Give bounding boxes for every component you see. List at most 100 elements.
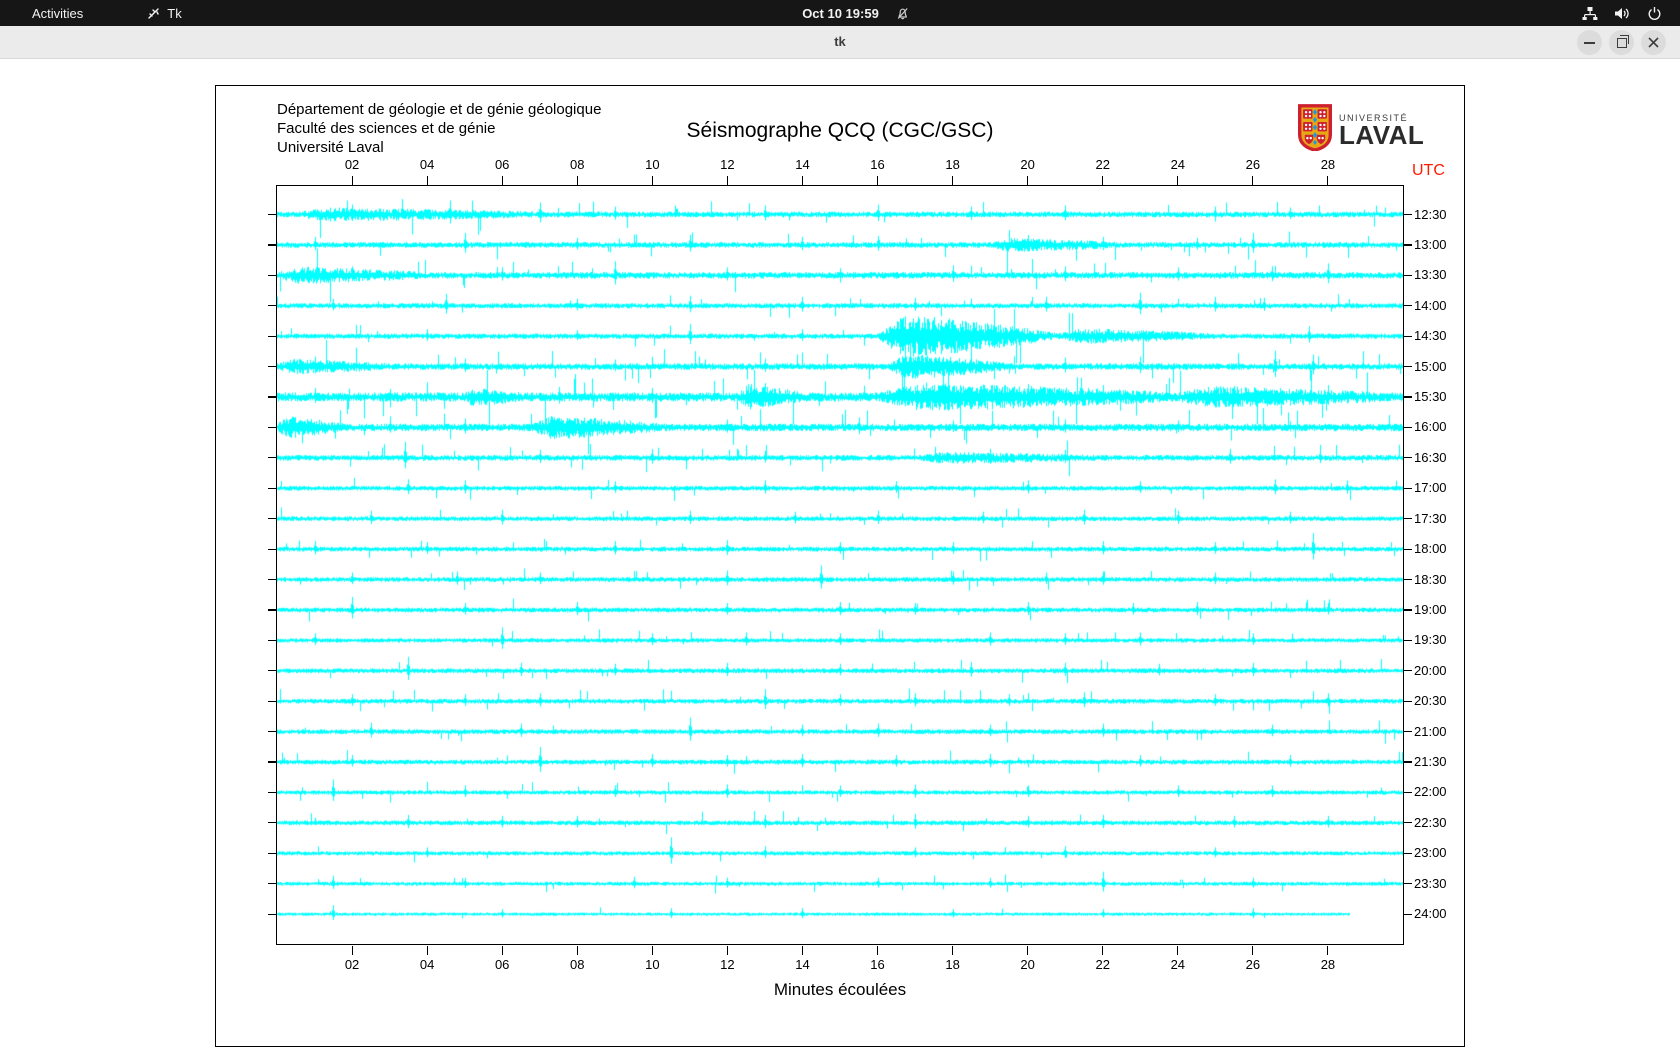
x-tick-label-top: 08 (570, 157, 585, 172)
row-time-label: 14:30 (1414, 328, 1447, 344)
x-tick-label-top: 06 (494, 157, 510, 172)
top-bar: Activities Tk Oct 10 19:59 (0, 0, 1680, 26)
row-tick-right (1404, 761, 1412, 763)
row-tick-left (268, 426, 276, 429)
x-tick-label-bottom: 18 (945, 957, 960, 972)
tk-feather-icon (147, 6, 161, 20)
x-tick-top (426, 176, 428, 185)
row-tick-left (268, 244, 276, 246)
row-tick-left (268, 700, 276, 702)
x-tick-top (1252, 176, 1254, 185)
utc-axis-label: UTC (1412, 162, 1445, 179)
seismogram-traces-canvas (277, 186, 1403, 944)
notifications-muted-icon (895, 6, 910, 21)
x-tick-label-bottom: 24 (1170, 957, 1186, 972)
x-tick-top (351, 176, 353, 185)
maximize-icon (1616, 34, 1629, 48)
row-tick-left (268, 487, 276, 489)
x-tick-label-bottom: 02 (344, 957, 360, 972)
row-time-label: 18:00 (1414, 541, 1447, 557)
row-tick-left (268, 213, 276, 216)
x-tick-label-top: 24 (1170, 157, 1186, 172)
row-tick-left (268, 639, 276, 641)
activities-button[interactable]: Activities (24, 4, 91, 23)
power-icon (1647, 6, 1662, 21)
row-tick-right (1404, 274, 1412, 276)
row-tick-right (1404, 487, 1412, 489)
x-tick-label-top: 22 (1095, 157, 1110, 172)
close-button[interactable] (1641, 30, 1666, 55)
row-time-label: 16:30 (1414, 449, 1447, 465)
logo-line-laval: LAVAL (1339, 120, 1425, 150)
x-tick-top (1027, 176, 1029, 185)
row-time-label: 19:30 (1414, 632, 1447, 648)
row-tick-right (1404, 913, 1412, 915)
row-tick-left (268, 852, 276, 854)
row-tick-right (1404, 213, 1412, 216)
row-tick-right (1404, 518, 1412, 520)
row-time-label: 23:30 (1414, 875, 1447, 891)
row-tick-right (1404, 578, 1412, 581)
x-tick-label-bottom: 20 (1020, 957, 1035, 972)
row-tick-right (1404, 396, 1412, 398)
row-tick-right (1404, 731, 1412, 733)
row-time-label: 15:00 (1414, 358, 1447, 374)
x-tick-top (726, 176, 728, 185)
x-tick-bottom (1327, 946, 1329, 955)
system-status-area[interactable] (1582, 0, 1662, 26)
x-tick-top (952, 176, 954, 185)
row-time-label: 21:30 (1414, 754, 1447, 770)
minimize-button[interactable] (1577, 30, 1602, 55)
row-tick-right (1404, 305, 1412, 307)
close-icon (1648, 37, 1659, 48)
row-time-label: 20:00 (1414, 662, 1447, 678)
x-tick-bottom (952, 946, 954, 955)
row-tick-right (1404, 457, 1412, 459)
x-tick-top (576, 176, 578, 185)
x-tick-label-bottom: 12 (720, 957, 735, 972)
x-tick-label-top: 28 (1320, 157, 1336, 172)
row-tick-right (1404, 426, 1412, 429)
row-time-label: 24:00 (1414, 906, 1447, 922)
x-tick-bottom (501, 946, 503, 955)
figure-title: Séismographe QCQ (CGC/GSC) (686, 119, 994, 142)
row-tick-left (268, 731, 276, 733)
row-tick-left (268, 670, 276, 672)
row-tick-right (1404, 244, 1412, 246)
row-tick-right (1404, 639, 1412, 641)
x-tick-label-top: 18 (945, 157, 960, 172)
x-tick-top (1327, 176, 1329, 185)
x-tick-label-bottom: 28 (1320, 957, 1336, 972)
row-tick-left (268, 274, 276, 276)
row-tick-left (268, 609, 276, 611)
seismogram-plot (276, 185, 1404, 945)
x-tick-label-bottom: 08 (570, 957, 585, 972)
clock-menu[interactable]: Oct 10 19:59 (802, 6, 910, 21)
x-tick-label-bottom: 14 (795, 957, 810, 972)
row-time-label: 12:30 (1414, 206, 1447, 222)
row-time-label: 13:30 (1414, 267, 1447, 283)
x-tick-top (877, 176, 879, 185)
x-tick-bottom (1177, 946, 1179, 955)
row-time-label: 17:30 (1414, 510, 1447, 526)
window-titlebar[interactable]: tk (0, 26, 1680, 59)
row-tick-right (1404, 883, 1412, 885)
row-tick-right (1404, 548, 1412, 550)
focused-app-menu[interactable]: Tk (147, 5, 182, 21)
universite-laval-logo: UNIVERSITÉ LAVAL (1298, 104, 1424, 156)
row-time-label: 20:30 (1414, 693, 1447, 709)
x-tick-label-top: 02 (344, 157, 360, 172)
row-time-label: 23:00 (1414, 845, 1447, 861)
x-tick-label-top: 26 (1245, 157, 1261, 172)
row-time-label: 13:00 (1414, 236, 1447, 252)
x-tick-label-bottom: 22 (1095, 957, 1110, 972)
focused-app-name: Tk (167, 5, 182, 21)
row-time-label: 22:30 (1414, 814, 1447, 830)
row-tick-left (268, 913, 276, 915)
seismograph-figure: Département de géologie et de génie géol… (215, 85, 1465, 1047)
maximize-button[interactable] (1609, 30, 1634, 55)
header-line-1: Département de géologie et de génie géol… (277, 101, 602, 118)
row-tick-right (1404, 852, 1412, 854)
row-tick-left (268, 548, 276, 550)
clock-label: Oct 10 19:59 (802, 5, 879, 21)
